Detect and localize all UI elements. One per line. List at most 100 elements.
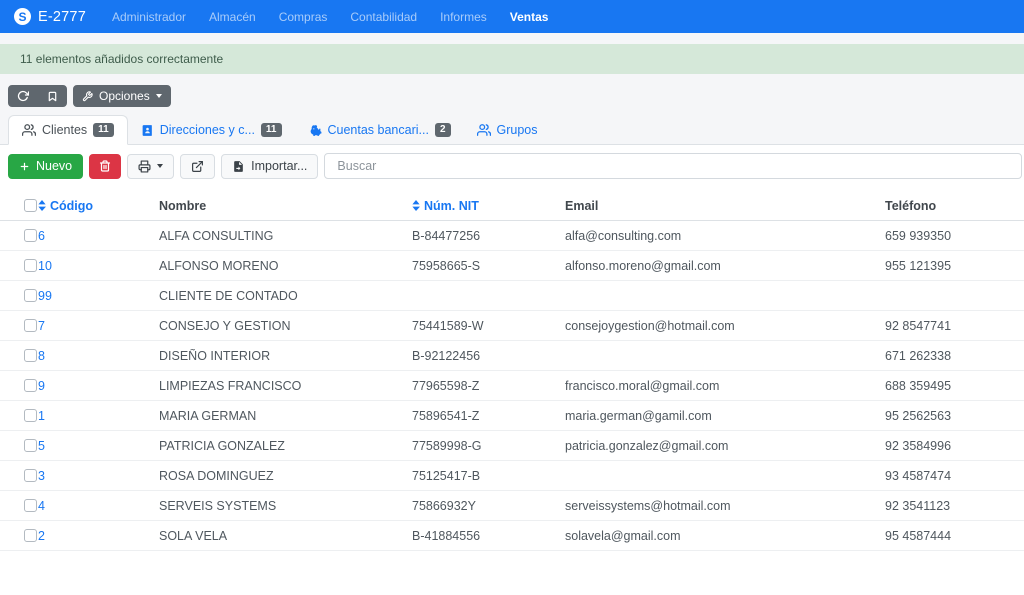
nombre-cell: CONSEJO Y GESTION bbox=[159, 319, 412, 333]
nav-item-ventas[interactable]: Ventas bbox=[510, 10, 549, 24]
row-checkbox[interactable] bbox=[24, 499, 37, 512]
telefono-cell: 671 262338 bbox=[885, 349, 1024, 363]
printer-icon bbox=[138, 160, 151, 173]
email-cell: consejoygestion@hotmail.com bbox=[565, 319, 885, 333]
nombre-cell: ALFA CONSULTING bbox=[159, 229, 412, 243]
tab-direcciones[interactable]: Direcciones y c... 11 bbox=[128, 116, 295, 144]
row-checkbox[interactable] bbox=[24, 229, 37, 242]
toolbar: Opciones bbox=[0, 74, 1024, 107]
tab-grupos-label: Grupos bbox=[497, 123, 538, 137]
search-input[interactable] bbox=[324, 153, 1022, 179]
tab-clientes-count-badge: 11 bbox=[93, 123, 114, 137]
nit-cell: 77965598-Z bbox=[412, 379, 565, 393]
telefono-cell: 93 4587474 bbox=[885, 469, 1024, 483]
nombre-cell: SOLA VELA bbox=[159, 529, 412, 543]
codigo-link[interactable]: 99 bbox=[38, 289, 52, 303]
row-checkbox[interactable] bbox=[24, 529, 37, 542]
address-book-icon bbox=[141, 124, 154, 137]
table-row[interactable]: 5 PATRICIA GONZALEZ 77589998-G patricia.… bbox=[0, 431, 1024, 461]
opciones-label: Opciones bbox=[99, 89, 150, 103]
wrench-icon bbox=[82, 91, 93, 102]
telefono-cell: 92 8547741 bbox=[885, 319, 1024, 333]
codigo-link[interactable]: 1 bbox=[38, 409, 45, 423]
select-all-checkbox[interactable] bbox=[24, 199, 37, 212]
importar-button[interactable]: Importar... bbox=[221, 154, 318, 179]
telefono-cell: 95 4587444 bbox=[885, 529, 1024, 543]
row-checkbox[interactable] bbox=[24, 259, 37, 272]
email-cell: solavela@gmail.com bbox=[565, 529, 885, 543]
row-checkbox[interactable] bbox=[24, 349, 37, 362]
row-checkbox[interactable] bbox=[24, 289, 37, 302]
tab-clientes-label: Clientes bbox=[42, 123, 87, 137]
column-header-nit[interactable]: Núm. NIT bbox=[412, 199, 565, 213]
action-row: Nuevo Impor bbox=[0, 145, 1024, 179]
codigo-link[interactable]: 8 bbox=[38, 349, 45, 363]
external-link-icon bbox=[191, 160, 204, 173]
sort-icon bbox=[38, 200, 46, 211]
user-group-icon bbox=[477, 123, 491, 137]
print-dropdown-button[interactable] bbox=[127, 154, 174, 179]
codigo-link[interactable]: 6 bbox=[38, 229, 45, 243]
nombre-cell: ALFONSO MORENO bbox=[159, 259, 412, 273]
tab-cuentas-bancarias[interactable]: Cuentas bancari... 2 bbox=[295, 116, 464, 144]
table-row[interactable]: 4 SERVEIS SYSTEMS 75866932Y serveissyste… bbox=[0, 491, 1024, 521]
open-external-button[interactable] bbox=[180, 154, 215, 179]
table-row[interactable]: 99 CLIENTE DE CONTADO bbox=[0, 281, 1024, 311]
email-cell: alfonso.moreno@gmail.com bbox=[565, 259, 885, 273]
codigo-link[interactable]: 10 bbox=[38, 259, 52, 273]
table-row[interactable]: 8 DISEÑO INTERIOR B-92122456 671 262338 bbox=[0, 341, 1024, 371]
plus-icon bbox=[19, 161, 30, 172]
nav-item-almacen[interactable]: Almacén bbox=[209, 10, 256, 24]
refresh-button[interactable] bbox=[8, 85, 38, 107]
table-body: 6 ALFA CONSULTING B-84477256 alfa@consul… bbox=[0, 221, 1024, 551]
nav-item-contabilidad[interactable]: Contabilidad bbox=[350, 10, 417, 24]
codigo-link[interactable]: 2 bbox=[38, 529, 45, 543]
table-row[interactable]: 2 SOLA VELA B-41884556 solavela@gmail.co… bbox=[0, 521, 1024, 551]
tab-bar: Clientes 11 Direcciones y c... 11 Cuenta… bbox=[0, 107, 1024, 145]
nav-item-informes[interactable]: Informes bbox=[440, 10, 487, 24]
nav-item-compras[interactable]: Compras bbox=[279, 10, 328, 24]
email-cell: serveissystems@hotmail.com bbox=[565, 499, 885, 513]
nav-item-administrador[interactable]: Administrador bbox=[112, 10, 186, 24]
row-checkbox[interactable] bbox=[24, 469, 37, 482]
nombre-cell: MARIA GERMAN bbox=[159, 409, 412, 423]
email-cell: francisco.moral@gmail.com bbox=[565, 379, 885, 393]
row-checkbox[interactable] bbox=[24, 409, 37, 422]
table-row[interactable]: 9 LIMPIEZAS FRANCISCO 77965598-Z francis… bbox=[0, 371, 1024, 401]
email-cell: maria.german@gamil.com bbox=[565, 409, 885, 423]
nuevo-label: Nuevo bbox=[36, 159, 72, 173]
tab-content: Nuevo Impor bbox=[0, 145, 1024, 595]
nombre-cell: PATRICIA GONZALEZ bbox=[159, 439, 412, 453]
delete-button[interactable] bbox=[89, 154, 121, 179]
nit-cell: 75125417-B bbox=[412, 469, 565, 483]
codigo-link[interactable]: 5 bbox=[38, 439, 45, 453]
table-row[interactable]: 3 ROSA DOMINGUEZ 75125417-B 93 4587474 bbox=[0, 461, 1024, 491]
brand-title: E-2777 bbox=[38, 9, 86, 25]
row-checkbox[interactable] bbox=[24, 439, 37, 452]
codigo-link[interactable]: 3 bbox=[38, 469, 45, 483]
users-icon bbox=[22, 123, 36, 137]
row-checkbox[interactable] bbox=[24, 379, 37, 392]
telefono-cell: 659 939350 bbox=[885, 229, 1024, 243]
email-cell: alfa@consulting.com bbox=[565, 229, 885, 243]
opciones-dropdown-button[interactable]: Opciones bbox=[73, 85, 171, 107]
brand[interactable]: S E-2777 bbox=[14, 8, 86, 25]
table-row[interactable]: 1 MARIA GERMAN 75896541-Z maria.german@g… bbox=[0, 401, 1024, 431]
tab-grupos[interactable]: Grupos bbox=[464, 116, 551, 144]
main-nav: Administrador Almacén Compras Contabilid… bbox=[112, 10, 549, 24]
bookmark-button[interactable] bbox=[38, 85, 67, 107]
nuevo-button[interactable]: Nuevo bbox=[8, 154, 83, 179]
table-row[interactable]: 7 CONSEJO Y GESTION 75441589-W consejoyg… bbox=[0, 311, 1024, 341]
app-window: S E-2777 Administrador Almacén Compras C… bbox=[0, 0, 1024, 595]
telefono-cell: 92 3584996 bbox=[885, 439, 1024, 453]
tab-clientes[interactable]: Clientes 11 bbox=[8, 115, 128, 145]
codigo-link[interactable]: 4 bbox=[38, 499, 45, 513]
column-header-nombre: Nombre bbox=[159, 199, 412, 213]
column-header-codigo[interactable]: Código bbox=[38, 199, 159, 213]
row-checkbox[interactable] bbox=[24, 319, 37, 332]
table-row[interactable]: 10 ALFONSO MORENO 75958665-S alfonso.mor… bbox=[0, 251, 1024, 281]
table-row[interactable]: 6 ALFA CONSULTING B-84477256 alfa@consul… bbox=[0, 221, 1024, 251]
tab-direcciones-label: Direcciones y c... bbox=[160, 123, 255, 137]
codigo-link[interactable]: 7 bbox=[38, 319, 45, 333]
codigo-link[interactable]: 9 bbox=[38, 379, 45, 393]
